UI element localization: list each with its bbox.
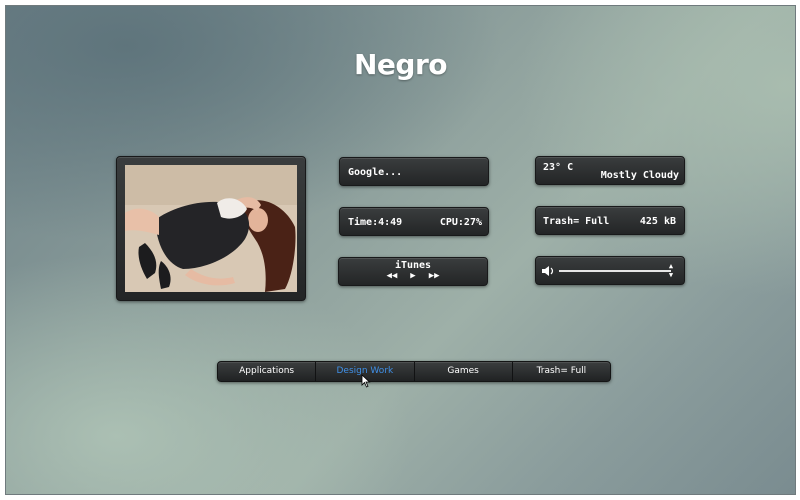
dock-item-trash[interactable]: Trash= Full [511, 362, 610, 381]
time-readout: Time:4:49 [348, 217, 403, 228]
mouse-cursor-icon [361, 374, 371, 388]
weather-widget[interactable]: 23° C Mostly Cloudy [535, 156, 685, 185]
trash-size: 425 kB [639, 216, 676, 227]
speaker-icon[interactable] [541, 264, 555, 278]
itunes-widget: iTunes ◀◀ ▶ ▶▶ [338, 257, 488, 286]
temperature-readout: 23° C [543, 162, 574, 173]
volume-stepper[interactable]: ▲ ▼ [666, 262, 676, 281]
arrow-up-icon[interactable]: ▲ [666, 262, 676, 271]
page-title: Negro [353, 48, 448, 81]
arrow-down-icon[interactable]: ▼ [666, 271, 676, 280]
itunes-controls: ◀◀ ▶ ▶▶ [339, 271, 487, 281]
google-search-widget[interactable]: Google... [339, 157, 489, 186]
dock-item-applications[interactable]: Applications [218, 362, 315, 381]
rewind-icon[interactable]: ◀◀ [386, 271, 397, 281]
fast-forward-icon[interactable]: ▶▶ [429, 271, 440, 281]
itunes-label: iTunes [394, 260, 432, 271]
cpu-readout: CPU:27% [439, 217, 482, 228]
dock-item-games[interactable]: Games [413, 362, 512, 381]
time-cpu-widget: Time:4:49 CPU:27% [339, 207, 489, 236]
trash-widget[interactable]: Trash= Full 425 kB [535, 206, 685, 235]
dock-bar: Applications Design Work Games Trash= Fu… [217, 361, 611, 382]
trash-status: Trash= Full [543, 216, 610, 227]
photo-image [125, 165, 297, 292]
desktop: Negro Google... Time:4:49 CPU:27% iTunes… [5, 5, 796, 495]
google-search-label: Google... [348, 167, 403, 178]
volume-slider-track[interactable] [559, 270, 671, 272]
volume-widget: ▲ ▼ [535, 256, 685, 285]
photo-frame-widget[interactable] [116, 156, 306, 301]
play-icon[interactable]: ▶ [410, 271, 415, 281]
weather-condition: Mostly Cloudy [600, 170, 679, 181]
